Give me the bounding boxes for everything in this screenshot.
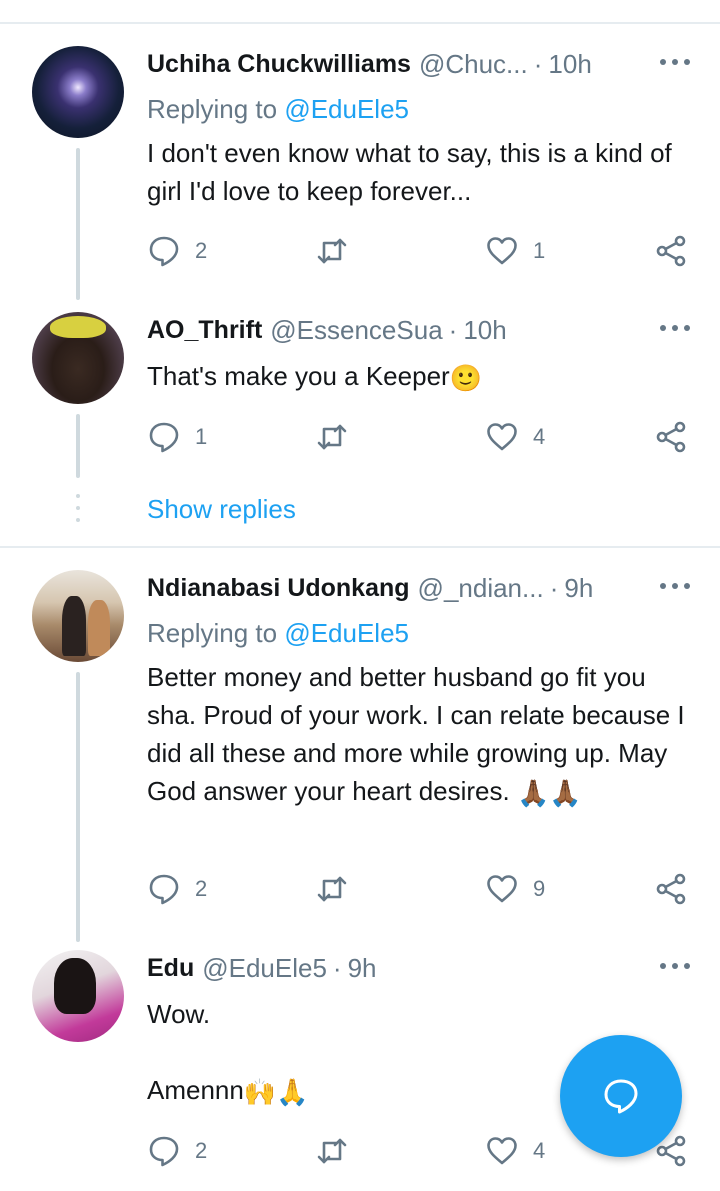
separator: · (549, 572, 559, 603)
thread-line (76, 414, 80, 478)
reply-bubble-icon (604, 1079, 638, 1114)
praying-hands-emoji: 🙏🏾🙏🏾 (516, 778, 582, 809)
author-name[interactable]: AO_Thrift (147, 316, 262, 345)
more-options-icon[interactable] (660, 50, 690, 74)
tweet-text: Better money and better husband go fit y… (147, 658, 692, 812)
more-options-icon[interactable] (660, 316, 690, 340)
retweet-icon (317, 424, 347, 450)
reply-icon (149, 422, 179, 453)
timestamp[interactable]: 9h (564, 573, 593, 604)
thread-dots (76, 494, 80, 530)
timestamp[interactable]: 9h (348, 953, 377, 984)
share-button[interactable] (654, 231, 688, 271)
avatar-hair (54, 958, 96, 1014)
share-icon (656, 873, 686, 905)
thread-line (76, 672, 80, 942)
retweet-button[interactable] (315, 231, 363, 271)
reply-icon (149, 1136, 179, 1167)
replying-to: Replying to @EduEle5 (147, 94, 409, 125)
timestamp[interactable]: 10h (548, 49, 591, 80)
retweet-button[interactable] (315, 417, 363, 457)
top-divider (0, 22, 720, 24)
share-button[interactable] (654, 417, 688, 457)
author-handle[interactable]: @EduEle5 (202, 953, 327, 984)
like-count: 4 (533, 1138, 546, 1163)
reply-icon (149, 236, 179, 267)
action-bar: 2 9 (147, 869, 692, 909)
like-button[interactable]: 4 (485, 1131, 545, 1171)
author-handle[interactable]: @EssenceSua (270, 315, 442, 346)
section-divider (0, 546, 720, 548)
author-handle[interactable]: @Chuc... (419, 49, 528, 80)
avatar-ao-thrift[interactable] (32, 312, 124, 404)
avatar-headwrap (50, 316, 106, 338)
like-count: 1 (533, 238, 546, 263)
like-button[interactable]: 9 (485, 869, 545, 909)
separator: · (332, 952, 342, 983)
replying-prefix: Replying to (147, 94, 285, 124)
avatar-uchiha[interactable] (32, 46, 124, 138)
retweet-button[interactable] (315, 1131, 363, 1171)
author-handle[interactable]: @_ndian... (418, 573, 544, 604)
more-options-icon[interactable] (660, 954, 690, 978)
reply-button[interactable]: 2 (147, 231, 207, 271)
like-button[interactable]: 1 (485, 231, 545, 271)
avatar-figure-right (88, 600, 110, 656)
raised-hands-emoji: 🙌🙏 (243, 1077, 309, 1108)
reply-count: 2 (195, 238, 208, 263)
replying-mention[interactable]: @EduEle5 (284, 94, 409, 124)
author-name[interactable]: Ndianabasi Udonkang (147, 574, 410, 603)
replying-mention[interactable]: @EduEle5 (284, 618, 409, 648)
more-options-icon[interactable] (660, 574, 690, 598)
tweet-header: Uchiha Chuckwilliams @Chuc... · 10h (147, 46, 690, 82)
replying-prefix: Replying to (147, 618, 285, 648)
share-icon (656, 235, 686, 267)
tweet-header: AO_Thrift @EssenceSua · 10h (147, 312, 690, 348)
tweet-text-content: Better money and better husband go fit y… (147, 662, 685, 806)
reply-icon (149, 874, 179, 905)
retweet-button[interactable] (315, 869, 363, 909)
retweet-icon (317, 876, 347, 902)
like-count: 9 (533, 876, 546, 901)
tweet-text-content: That's make you a Keeper (147, 361, 450, 391)
tweet-header: Ndianabasi Udonkang @_ndian... · 9h (147, 570, 690, 606)
thread-line (76, 148, 80, 300)
author-name[interactable]: Uchiha Chuckwilliams (147, 50, 411, 79)
reply-button[interactable]: 2 (147, 1131, 207, 1171)
reply-count: 1 (195, 424, 208, 449)
tweet-text: That's make you a Keeper🙂 (147, 357, 692, 397)
reply-button[interactable]: 1 (147, 417, 207, 457)
heart-icon (487, 875, 517, 903)
retweet-icon (317, 1138, 347, 1164)
tweet-text-2-content: Amennn (147, 1075, 244, 1105)
reply-button[interactable]: 2 (147, 869, 207, 909)
compose-reply-button[interactable] (560, 1035, 682, 1157)
share-button[interactable] (654, 869, 688, 909)
avatar-ndianabasi[interactable] (32, 570, 124, 662)
tweet-text: I don't even know what to say, this is a… (147, 138, 672, 206)
separator: · (533, 48, 543, 79)
tweet-text: Wow. (147, 999, 211, 1029)
heart-icon (487, 1137, 517, 1165)
smile-emoji: 🙂 (449, 363, 483, 394)
timestamp[interactable]: 10h (463, 315, 506, 346)
action-bar: 2 1 (147, 231, 692, 271)
action-bar: 1 4 (147, 417, 692, 457)
retweet-icon (317, 238, 347, 264)
avatar-figure-left (62, 596, 86, 656)
reply-count: 2 (195, 876, 208, 901)
tweet-header: Edu @EduEle5 · 9h (147, 950, 690, 986)
heart-icon (487, 423, 517, 451)
author-name[interactable]: Edu (147, 954, 194, 983)
share-icon (656, 421, 686, 453)
like-button[interactable]: 4 (485, 417, 545, 457)
replying-to: Replying to @EduEle5 (147, 618, 409, 649)
like-count: 4 (533, 424, 546, 449)
avatar-edu[interactable] (32, 950, 124, 1042)
separator: · (448, 314, 458, 345)
reply-count: 2 (195, 1138, 208, 1163)
show-replies-link[interactable]: Show replies (147, 494, 296, 525)
heart-icon (487, 237, 517, 265)
